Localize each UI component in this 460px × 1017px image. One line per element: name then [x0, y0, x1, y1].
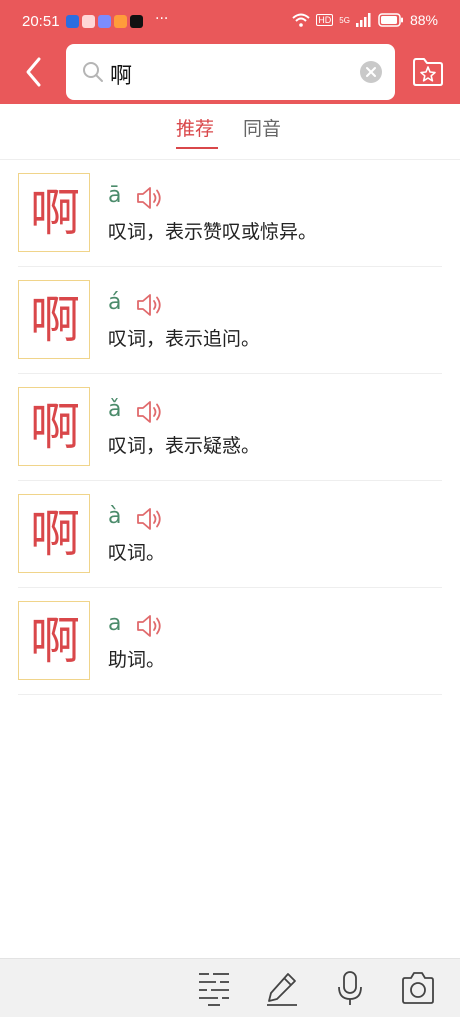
active-tab-indicator	[176, 147, 218, 149]
definition: 叹词。	[108, 542, 166, 564]
character: 啊	[30, 291, 80, 349]
speaker-icon[interactable]	[136, 399, 164, 425]
tab-bar: 推荐 同音	[0, 104, 460, 160]
character-box: 啊	[18, 494, 90, 573]
speaker-icon[interactable]	[136, 185, 164, 211]
status-more: ···	[155, 11, 169, 27]
status-time: 20:51	[22, 13, 60, 30]
mic-icon[interactable]	[332, 969, 368, 1007]
search-box[interactable]: 啊	[66, 44, 395, 100]
speaker-icon[interactable]	[136, 506, 164, 532]
character-box: 啊	[18, 387, 90, 466]
battery-percent: 88%	[409, 12, 438, 28]
chevron-left-icon[interactable]	[20, 54, 48, 90]
camera-icon[interactable]	[400, 969, 436, 1007]
list-item[interactable]: 啊 à 叹词。	[18, 481, 442, 588]
list-item[interactable]: 啊 á 叹词，表示追问。	[18, 267, 442, 374]
character: 啊	[30, 184, 80, 242]
character-box: 啊	[18, 173, 90, 252]
wifi-icon	[292, 13, 310, 27]
star-folder-icon[interactable]	[411, 54, 445, 88]
signal-icon	[355, 13, 371, 27]
pinyin: á	[108, 290, 122, 315]
character: 啊	[30, 505, 80, 563]
pinyin: ā	[108, 183, 122, 208]
list-item[interactable]: 啊 a 助词。	[18, 588, 442, 695]
status-right: HD 5G 88%	[292, 12, 438, 28]
list-item[interactable]: 啊 ǎ 叹词，表示疑惑。	[18, 374, 442, 481]
definition: 叹词，表示赞叹或惊异。	[108, 221, 318, 243]
speaker-icon[interactable]	[136, 292, 164, 318]
character-box: 啊	[18, 601, 90, 680]
app-notification-icon	[82, 15, 95, 28]
definition: 叹词，表示追问。	[108, 328, 261, 350]
signal-label: 5G	[339, 15, 350, 25]
clear-circle-icon[interactable]	[359, 60, 383, 84]
status-app-icons	[66, 15, 143, 28]
pen-icon[interactable]	[264, 969, 300, 1007]
character: 啊	[30, 612, 80, 670]
list-icon[interactable]	[196, 969, 232, 1007]
definition: 助词。	[108, 649, 166, 671]
pinyin: à	[108, 504, 122, 529]
network-badge: HD	[316, 14, 334, 26]
app-notification-icon	[130, 15, 143, 28]
pinyin: a	[108, 611, 122, 636]
tab-recommend[interactable]: 推荐	[176, 114, 214, 141]
status-bar: 20:51 ··· HD 5G 88%	[0, 0, 460, 40]
definition: 叹词，表示疑惑。	[108, 435, 261, 457]
battery-icon	[378, 13, 403, 27]
app-notification-icon	[114, 15, 127, 28]
list-item[interactable]: 啊 ā 叹词，表示赞叹或惊异。	[18, 160, 442, 267]
top-bar: 20:51 ··· HD 5G 88% 啊	[0, 0, 460, 104]
bottom-toolbar	[0, 958, 460, 1017]
app-notification-icon	[66, 15, 79, 28]
entry-list: 啊 ā 叹词，表示赞叹或惊异。 啊 á 叹词，表示追问。 啊 ǎ 叹词，表示疑惑…	[18, 160, 442, 695]
character-box: 啊	[18, 280, 90, 359]
search-input[interactable]: 啊	[110, 58, 132, 90]
character: 啊	[30, 398, 80, 456]
speaker-icon[interactable]	[136, 613, 164, 639]
search-icon	[83, 62, 103, 82]
app-notification-icon	[98, 15, 111, 28]
tab-homophone[interactable]: 同音	[243, 114, 281, 141]
pinyin: ǎ	[108, 397, 122, 422]
